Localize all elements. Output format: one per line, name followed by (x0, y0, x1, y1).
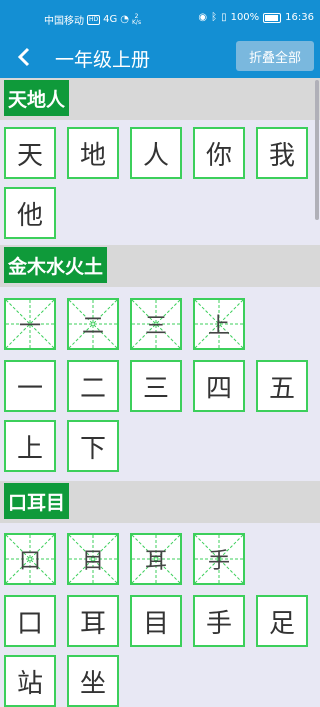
char-tile[interactable]: 上 (4, 420, 56, 472)
grid-char: 目 (81, 549, 104, 574)
char-tile[interactable]: 手 (193, 595, 245, 647)
grid-char: 手 (207, 549, 230, 574)
char-tile[interactable]: 二 (67, 360, 119, 412)
fold-all-button[interactable]: 折叠全部 (236, 41, 314, 71)
status-bar: 中国移动 HD 4G ◔ 2 K/s ◉ ᛒ ▯ 100% 16:36 (0, 0, 320, 36)
section-title: 金木水火土 (4, 247, 108, 283)
char-tile[interactable]: 他 (4, 187, 56, 239)
char-tile[interactable]: 下 (67, 420, 119, 472)
grid-char: 上 (207, 314, 230, 339)
hd-icon: HD (87, 14, 101, 25)
grid-char: 口 (18, 549, 41, 574)
section-header-2[interactable]: 金木水火土 (0, 245, 320, 287)
eye-icon: ◉ (198, 12, 208, 23)
grid-char: 三 (144, 314, 167, 339)
char-tile[interactable]: 足 (256, 595, 308, 647)
battery-icon (263, 12, 282, 23)
char-tile[interactable]: 目 (130, 595, 182, 647)
page-title: 一年级上册 (55, 49, 151, 71)
wifi-icon: ◔ (120, 14, 129, 25)
stroke-grid-tile[interactable]: 手 (193, 533, 245, 585)
grid-char: 耳 (144, 549, 167, 574)
char-tile[interactable]: 地 (67, 127, 119, 179)
char-tile[interactable]: 五 (256, 360, 308, 412)
stroke-grid-tile[interactable]: 上 (193, 298, 245, 350)
section-header-1[interactable]: 天地人 (0, 78, 320, 120)
char-tile[interactable]: 耳 (67, 595, 119, 647)
clock: 16:36 (285, 12, 314, 23)
char-tile[interactable]: 一 (4, 360, 56, 412)
char-tile[interactable]: 人 (130, 127, 182, 179)
network-speed: 2 K/s (132, 12, 142, 26)
grid-char: 一 (18, 314, 41, 339)
section-title: 口耳目 (4, 483, 70, 519)
char-tile[interactable]: 站 (4, 655, 56, 707)
vibrate-icon: ▯ (221, 12, 227, 23)
stroke-grid-tile[interactable]: 二 (67, 298, 119, 350)
scrollbar[interactable] (315, 80, 319, 220)
char-tile[interactable]: 我 (256, 127, 308, 179)
grid-char: 二 (81, 314, 104, 339)
stroke-grid-tile[interactable]: 三 (130, 298, 182, 350)
stroke-grid-tile[interactable]: 一 (4, 298, 56, 350)
stroke-grid-tile[interactable]: 耳 (130, 533, 182, 585)
section-header-3[interactable]: 口耳目 (0, 481, 320, 523)
battery-percent: 100% (230, 12, 260, 23)
back-arrow-icon (17, 47, 30, 67)
char-tile[interactable]: 四 (193, 360, 245, 412)
app-bar: 一年级上册 折叠全部 (0, 36, 320, 78)
char-tile[interactable]: 坐 (67, 655, 119, 707)
back-button[interactable] (10, 44, 38, 70)
signal-icon: 4G (103, 14, 118, 25)
carrier-label: 中国移动 (44, 16, 84, 27)
section-title: 天地人 (4, 80, 70, 116)
bluetooth-icon: ᛒ (211, 12, 218, 23)
char-tile[interactable]: 你 (193, 127, 245, 179)
char-tile[interactable]: 天 (4, 127, 56, 179)
stroke-grid-tile[interactable]: 目 (67, 533, 119, 585)
char-tile[interactable]: 口 (4, 595, 56, 647)
char-tile[interactable]: 三 (130, 360, 182, 412)
stroke-grid-tile[interactable]: 口 (4, 533, 56, 585)
